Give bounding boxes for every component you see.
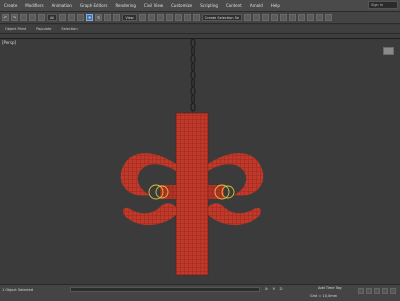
percent-snap-icon[interactable] <box>174 14 182 21</box>
reference-coordinate-value: View <box>125 15 134 20</box>
viewport-scene <box>120 39 264 276</box>
viewcube[interactable] <box>383 47 394 55</box>
menu-animation[interactable]: Animation <box>48 3 76 8</box>
menu-rendering[interactable]: Rendering <box>111 3 139 8</box>
link-icon[interactable] <box>20 14 27 21</box>
curve-editor-icon[interactable] <box>280 14 288 21</box>
status-bar: 1 Object Selected X: Y: Z: Grid = 10,0mm… <box>0 284 400 301</box>
menu-help[interactable]: Help <box>267 3 284 8</box>
bind-space-warp-icon[interactable] <box>38 14 45 21</box>
schematic-view-icon[interactable] <box>289 14 297 21</box>
select-and-rotate-icon[interactable]: ↻ <box>95 14 103 21</box>
pivot-center-icon[interactable] <box>138 14 146 21</box>
select-and-move-icon[interactable]: ✥ <box>86 14 94 21</box>
go-to-start-icon[interactable] <box>358 288 364 294</box>
menu-graph-editors[interactable]: Graph Editors <box>76 3 111 8</box>
graphite-toggle-icon[interactable] <box>271 14 279 21</box>
keyboard-shortcut-icon[interactable] <box>147 14 155 21</box>
tab-object-paint[interactable]: Object Paint <box>0 27 31 31</box>
material-editor-icon[interactable] <box>298 14 306 21</box>
previous-frame-icon[interactable] <box>366 288 372 294</box>
reference-coordinate-dropdown[interactable]: View <box>122 14 137 21</box>
playback-controls <box>358 288 396 294</box>
next-frame-icon[interactable] <box>382 288 388 294</box>
coordinate-readout: X: Y: Z: <box>265 287 283 291</box>
menu-modifiers[interactable]: Modifiers <box>21 3 47 8</box>
sign-in-box[interactable]: Sign In <box>368 1 398 9</box>
go-to-end-icon[interactable] <box>390 288 396 294</box>
left-lower-arm <box>123 203 176 226</box>
grid-readout: Grid = 10,0mm <box>310 294 338 298</box>
mirror-icon[interactable] <box>244 14 252 21</box>
edit-named-selection-icon[interactable] <box>192 14 200 21</box>
menu-scripting[interactable]: Scripting <box>196 3 222 8</box>
angle-snap-icon[interactable] <box>165 14 173 21</box>
select-by-name-icon[interactable] <box>68 14 76 21</box>
coord-x-label[interactable]: X: <box>265 287 269 291</box>
snaps-toggle-icon[interactable] <box>156 14 164 21</box>
menu-bar: Create Modifiers Animation Graph Editors… <box>0 0 400 12</box>
selection-filter-dropdown[interactable]: All <box>47 14 58 21</box>
named-selection-dropdown[interactable]: Create Selection Se <box>201 14 243 21</box>
layer-explorer-icon[interactable] <box>262 14 270 21</box>
coord-z-label[interactable]: Z: <box>279 287 283 291</box>
render-setup-icon[interactable] <box>307 14 315 21</box>
tab-selection[interactable]: Selection <box>56 27 82 31</box>
coord-y-label[interactable]: Y: <box>273 287 276 291</box>
menu-civil-view[interactable]: Civil View <box>140 3 167 8</box>
ribbon-tabs: Object Paint Populate Selection <box>0 25 400 34</box>
tab-populate[interactable]: Populate <box>31 27 56 31</box>
perspective-viewport[interactable]: [Persp] <box>0 38 400 285</box>
align-icon[interactable] <box>253 14 261 21</box>
add-time-tag-button[interactable]: Add Time Tag <box>318 286 342 290</box>
select-and-scale-icon[interactable] <box>104 14 112 21</box>
named-selection-value: Create Selection Se <box>204 15 240 20</box>
unlink-icon[interactable] <box>29 14 36 21</box>
undo-icon[interactable]: ↶ <box>2 14 9 21</box>
time-slider[interactable] <box>70 287 260 292</box>
selection-status: 1 Object Selected <box>2 288 34 292</box>
selection-filter-value: All <box>50 15 55 20</box>
select-object-icon[interactable] <box>59 14 67 21</box>
sign-in-label: Sign In <box>371 3 383 7</box>
spinner-snap-icon[interactable] <box>183 14 191 21</box>
render-production-icon[interactable] <box>325 14 333 21</box>
chain-links <box>190 39 196 112</box>
menu-content[interactable]: Content <box>222 3 246 8</box>
central-column <box>175 112 209 276</box>
menu-customize[interactable]: Customize <box>167 3 196 8</box>
play-icon[interactable] <box>374 288 380 294</box>
redo-icon[interactable]: ↷ <box>11 14 18 21</box>
menu-create[interactable]: Create <box>0 3 21 8</box>
rectangle-selection-icon[interactable] <box>77 14 85 21</box>
rendered-frame-window-icon[interactable] <box>316 14 324 21</box>
select-and-place-icon[interactable] <box>113 14 121 21</box>
main-toolbar: ↶ ↷ All ✥ ↻ View Create Selection Se <box>0 12 400 24</box>
right-lower-arm <box>208 203 261 226</box>
viewport-label[interactable]: [Persp] <box>2 40 16 45</box>
menu-arnold[interactable]: Arnold <box>246 3 267 8</box>
